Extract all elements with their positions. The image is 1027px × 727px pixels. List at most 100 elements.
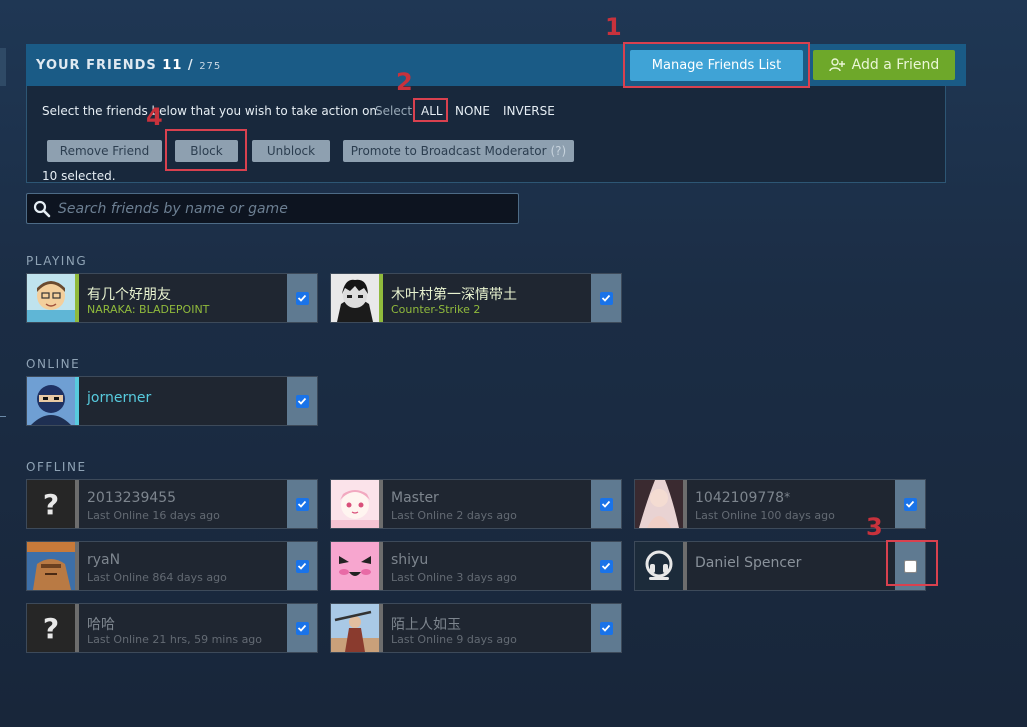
promote-help-icon[interactable]: (?) [551, 144, 567, 158]
friend-info: 木叶村第一深情带土 Counter-Strike 2 [383, 274, 591, 322]
annotation-number-3: 3 [866, 513, 883, 541]
question-mark-icon: ? [27, 604, 75, 652]
friend-checkbox[interactable] [903, 497, 917, 511]
friend-avatar [331, 604, 379, 652]
search-friends-input[interactable] [58, 199, 508, 219]
friend-checkbox-area[interactable] [591, 274, 621, 322]
select-none-link[interactable]: NONE [455, 104, 490, 118]
remove-friend-label: Remove Friend [59, 144, 150, 158]
friend-checkbox-area[interactable] [287, 377, 317, 425]
friend-name: 木叶村第一深情带土 [391, 287, 517, 303]
friend-card[interactable]: 木叶村第一深情带土 Counter-Strike 2 [330, 273, 622, 323]
friend-card[interactable]: Daniel Spencer [634, 541, 926, 591]
friend-checkbox[interactable] [599, 497, 613, 511]
friend-avatar [635, 542, 683, 590]
friend-name: Daniel Spencer [695, 555, 802, 571]
friend-checkbox[interactable] [599, 559, 613, 573]
annotation-box-select-all [413, 98, 448, 122]
actions-panel [26, 86, 946, 183]
friend-status: Last Online 2 days ago [391, 509, 517, 522]
annotation-box-checkbox [886, 540, 938, 586]
check-icon [905, 500, 915, 508]
friend-name: jornerner [87, 390, 152, 406]
select-label: Select: [375, 104, 417, 118]
friend-card[interactable]: ryaN Last Online 864 days ago [26, 541, 318, 591]
annotation-number-1: 1 [605, 13, 622, 41]
check-icon [601, 562, 611, 570]
svg-text:?: ? [43, 612, 59, 645]
unblock-button[interactable]: Unblock [252, 140, 330, 162]
friend-info: 1042109778* Last Online 100 days ago [687, 480, 895, 528]
friend-checkbox-area[interactable] [287, 480, 317, 528]
promote-moderator-button[interactable]: Promote to Broadcast Moderator (?) [343, 140, 574, 162]
add-friend-label: Add a Friend [851, 57, 940, 73]
check-icon [601, 624, 611, 632]
friend-checkbox[interactable] [295, 559, 309, 573]
check-icon [297, 397, 307, 405]
friend-name: ryaN [87, 552, 121, 568]
annotation-number-4: 4 [146, 103, 163, 131]
nickname-mark: * [784, 490, 791, 504]
friend-status: Last Online 864 days ago [87, 571, 227, 584]
friend-card[interactable]: ? 2013239455 Last Online 16 days ago [26, 479, 318, 529]
friend-info: 陌上人如玉 Last Online 9 days ago [383, 604, 591, 652]
friend-status: NARAKA: BLADEPOINT [87, 303, 210, 316]
friend-info: Daniel Spencer [687, 542, 895, 590]
promote-moderator-label: Promote to Broadcast Moderator [350, 144, 547, 158]
friend-card[interactable]: ? 哈哈 Last Online 21 hrs, 59 mins ago [26, 603, 318, 653]
friend-status: Counter-Strike 2 [391, 303, 481, 316]
svg-text:?: ? [43, 488, 59, 521]
friend-avatar [331, 274, 379, 322]
friend-checkbox-area[interactable] [287, 604, 317, 652]
friends-title-text: YOUR FRIENDS [36, 58, 157, 73]
headset-icon [635, 542, 683, 590]
count-separator: / [187, 58, 194, 73]
friend-checkbox-area[interactable] [895, 480, 925, 528]
friend-card[interactable]: shiyu Last Online 3 days ago [330, 541, 622, 591]
section-offline-label: OFFLINE [26, 460, 87, 474]
friend-checkbox-area[interactable] [591, 480, 621, 528]
add-friend-button[interactable]: Add a Friend [813, 50, 955, 80]
friend-card[interactable]: 有几个好朋友 NARAKA: BLADEPOINT [26, 273, 318, 323]
check-icon [297, 624, 307, 632]
check-icon [601, 294, 611, 302]
friend-checkbox[interactable] [599, 621, 613, 635]
friend-info: ryaN Last Online 864 days ago [79, 542, 287, 590]
friend-checkbox[interactable] [295, 497, 309, 511]
friend-checkbox[interactable] [295, 394, 309, 408]
select-inverse-link[interactable]: INVERSE [503, 104, 555, 118]
friend-avatar: ? [27, 604, 75, 652]
check-icon [297, 562, 307, 570]
action-instruction: Select the friends below that you wish t… [42, 104, 381, 118]
friend-checkbox-area[interactable] [591, 604, 621, 652]
friend-info: 哈哈 Last Online 21 hrs, 59 mins ago [79, 604, 287, 652]
friends-online-count: 11 [162, 58, 183, 73]
friend-checkbox[interactable] [295, 291, 309, 305]
left-edge-tab [0, 48, 6, 86]
friends-total-count: 275 [199, 61, 222, 72]
friend-name: 哈哈 [87, 617, 115, 633]
friend-avatar [27, 377, 75, 425]
friend-avatar [27, 274, 75, 322]
friend-card[interactable]: 陌上人如玉 Last Online 9 days ago [330, 603, 622, 653]
friend-avatar: ? [27, 480, 75, 528]
remove-friend-button[interactable]: Remove Friend [47, 140, 162, 162]
question-mark-icon: ? [27, 480, 75, 528]
friend-status: Last Online 9 days ago [391, 633, 517, 646]
friend-info: jornerner [79, 377, 287, 425]
friend-checkbox-area[interactable] [287, 542, 317, 590]
friend-avatar [27, 542, 75, 590]
friend-avatar [331, 480, 379, 528]
friend-name-text: 1042109778 [695, 490, 785, 506]
annotation-box-manage [623, 42, 810, 88]
check-icon [601, 500, 611, 508]
friend-card[interactable]: jornerner [26, 376, 318, 426]
friend-checkbox-area[interactable] [591, 542, 621, 590]
friend-name: Master [391, 490, 439, 506]
annotation-number-2: 2 [396, 68, 413, 96]
friend-checkbox-area[interactable] [287, 274, 317, 322]
friend-card[interactable]: Master Last Online 2 days ago [330, 479, 622, 529]
friend-status: Last Online 16 days ago [87, 509, 220, 522]
friend-checkbox[interactable] [295, 621, 309, 635]
friend-checkbox[interactable] [599, 291, 613, 305]
